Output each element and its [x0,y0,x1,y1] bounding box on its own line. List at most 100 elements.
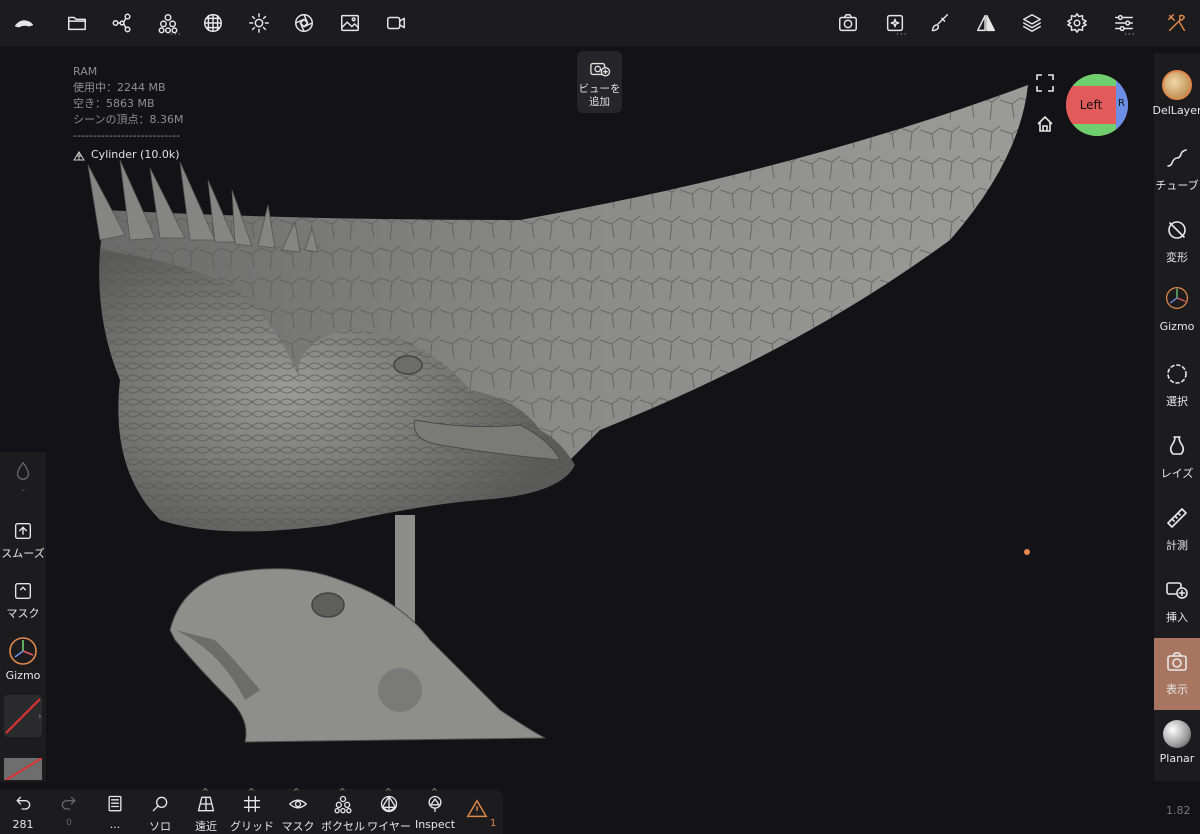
drop-icon [16,461,30,480]
layers-icon[interactable] [1018,9,1046,37]
tool-tube[interactable]: チューブ [1154,134,1200,202]
add-view-label-1: ビューを [578,83,621,95]
tool-dellayer[interactable]: DelLayer [1153,62,1200,130]
smooth-button[interactable]: スムーズ [0,520,46,561]
stroke-preview[interactable] [4,695,42,737]
home-view-icon[interactable] [1036,115,1054,133]
insert-icon [1166,582,1188,599]
perspective-button[interactable]: 遠近 [183,794,229,834]
wireframe-button[interactable]: ワイヤー [366,794,412,834]
lathe-icon [1169,436,1185,455]
inspect-label: Inspect [414,818,456,831]
gear-icon[interactable] [1063,9,1091,37]
mask-label: マスク [6,607,40,620]
sparkle-more-dots: ··· [896,30,908,40]
tool-measure[interactable]: 計測 [1154,494,1200,562]
stats-ram-free: 空き：5863 MB [73,97,155,110]
redo-count: 0 [66,818,72,828]
tool-transform[interactable]: 変形 [1154,206,1200,274]
tool-planar[interactable]: Planar [1154,710,1200,778]
wireframe-label: ワイヤー [367,820,411,833]
camera-add-icon [589,62,610,77]
alpha-preview[interactable] [4,758,42,780]
smooth-label: スムーズ [1,547,45,560]
voxel-button[interactable]: ボクセル [320,794,366,834]
grid-label: グリッド [230,820,274,833]
nomad-logo-icon[interactable] [10,9,38,37]
aperture-icon[interactable] [290,9,318,37]
redo-icon [61,796,76,810]
add-view-button[interactable]: ビューを 追加 [577,51,622,113]
view-camera-icon [1167,652,1187,671]
view-cube[interactable]: Left R [1066,74,1128,136]
tool-view[interactable]: 表示 [1154,638,1200,710]
sun-icon[interactable] [245,9,273,37]
mask-button[interactable]: マスク [0,580,46,621]
undo-button[interactable]: 281 [0,794,46,831]
tool-dellayer-label: DelLayer [1152,104,1200,117]
voxel-more-dots: ··· [170,30,182,40]
camera-icon[interactable] [834,9,862,37]
sculpt-eye [393,355,423,375]
mask-icon [14,582,32,600]
inspect-button[interactable]: Inspect [412,794,458,831]
search-icon [152,796,168,812]
tool-planar-label: Planar [1159,752,1195,765]
tool-lathe-label: レイズ [1160,467,1194,480]
solo-label: ソロ [149,820,171,833]
grid-button[interactable]: グリッド [229,794,275,834]
tools-icon[interactable] [1163,9,1191,37]
history-button[interactable]: ... [92,794,138,831]
solo-button[interactable]: ソロ [137,794,183,834]
stats-divider: --------------------------- [73,129,181,142]
image-icon[interactable] [336,9,364,37]
voxel-label: ボクセル [321,820,365,833]
video-icon[interactable] [382,9,410,37]
warning-count: 1 [490,818,497,829]
scene-stats: RAM 使用中：2244 MB 空き：5863 MB シーンの頂点：8.36M … [73,64,183,163]
ruler-icon [1167,508,1187,528]
share-graph-icon[interactable] [108,9,136,37]
tool-tube-label: チューブ [1155,179,1199,192]
eye-icon [289,799,307,809]
mesh-icon [73,150,85,161]
fullscreen-icon[interactable] [1036,74,1054,92]
intensity-control[interactable]: - [0,460,46,496]
warning-button[interactable]: 1 [466,798,496,832]
gizmo-icon [1162,286,1192,316]
perspective-icon [197,796,215,812]
mirror-icon[interactable] [972,9,1000,37]
intensity-dash: - [21,485,25,496]
tool-gizmo[interactable]: Gizmo [1154,278,1200,346]
warning-icon [466,799,488,818]
gizmo-icon [9,637,37,665]
select-icon [1167,364,1187,384]
tool-measure-label: 計測 [1166,539,1188,552]
inspect-icon [428,795,442,813]
selected-object[interactable]: Cylinder (10.0k) [73,147,183,163]
stroke-preview-expand-icon[interactable]: › [38,712,42,722]
left-gizmo-button[interactable]: Gizmo [0,636,46,682]
wireframe-icon [380,795,398,813]
book-icon [108,795,122,812]
tool-view-label: 表示 [1166,683,1188,696]
tube-icon [1167,149,1187,167]
light-position-dot[interactable] [1024,549,1030,555]
tool-insert[interactable]: 挿入 [1154,566,1200,634]
undo-count: 281 [12,818,34,831]
paintbrush-icon[interactable] [926,9,954,37]
voxel-icon [334,795,352,814]
redo-button[interactable]: 0 [46,794,92,828]
stats-ram-used: 使用中：2244 MB [73,81,166,94]
view-cube-face: Left [1066,86,1116,124]
folder-icon[interactable] [63,9,91,37]
tool-lathe[interactable]: レイズ [1154,422,1200,490]
undo-icon [16,796,31,810]
tool-select-label: 選択 [1166,395,1188,408]
sphere-wire-icon[interactable] [199,9,227,37]
stats-vertices: シーンの頂点：8.36M [73,113,184,126]
mask-view-button[interactable]: マスク [275,794,321,834]
add-view-label-2: 追加 [589,96,610,108]
tool-select[interactable]: 選択 [1154,350,1200,418]
grid-icon [243,795,261,813]
